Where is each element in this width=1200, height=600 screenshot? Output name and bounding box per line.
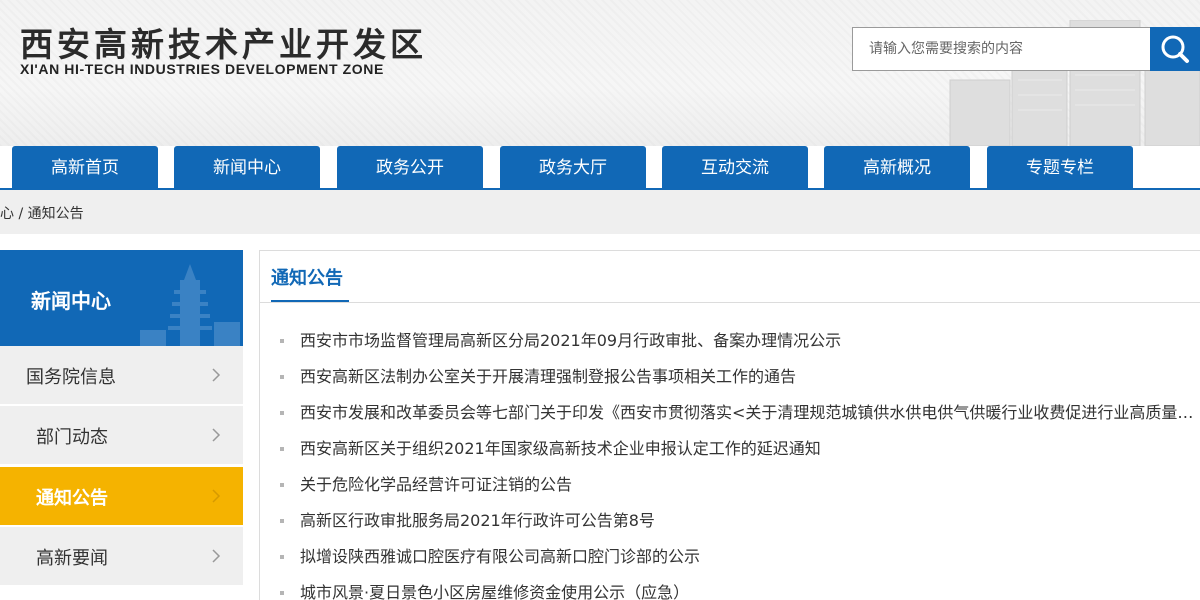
list-item[interactable]: 高新区行政审批服务局2021年行政许可公告第8号 (260, 503, 1200, 539)
page-title: 通知公告 (271, 268, 343, 289)
search-input[interactable] (852, 27, 1151, 71)
search-bar (852, 27, 1200, 71)
search-icon (1161, 35, 1189, 63)
bullet-icon (280, 375, 284, 379)
nav-item-special-topics[interactable]: 专题专栏 (987, 146, 1133, 190)
bullet-icon (280, 447, 284, 451)
chevron-right-icon (212, 428, 221, 442)
sidebar-item-label: 通知公告 (36, 488, 108, 509)
list-item-title[interactable]: 西安高新区关于组织2021年国家级高新技术企业申报认定工作的延迟通知 (300, 439, 821, 458)
sidebar-item-label: 国务院信息 (26, 367, 116, 388)
list-item[interactable]: 城市风景·夏日景色小区房屋维修资金使用公示（应急） (260, 575, 1200, 600)
search-button[interactable] (1150, 27, 1200, 71)
list-item-title[interactable]: 西安高新区法制办公室关于开展清理强制登报公告事项相关工作的通告 (300, 367, 796, 386)
sidebar-item-notices[interactable]: 通知公告 (0, 467, 243, 525)
bullet-icon (280, 411, 284, 415)
nav-item-news[interactable]: 新闻中心 (174, 146, 320, 190)
chevron-right-icon (212, 489, 221, 503)
sidebar-title: 新闻中心 (31, 289, 111, 313)
pagoda-icon (140, 264, 240, 346)
sidebar-item-state-council-info[interactable]: 国务院信息 (0, 346, 243, 404)
sidebar-item-label: 部门动态 (36, 427, 108, 448)
list-item-title[interactable]: 西安市市场监督管理局高新区分局2021年09月行政审批、备案办理情况公示 (300, 331, 841, 350)
sidebar-header: 新闻中心 (0, 250, 243, 346)
list-item[interactable]: 西安高新区法制办公室关于开展清理强制登报公告事项相关工作的通告 (260, 359, 1200, 395)
list-item[interactable]: 关于危险化学品经营许可证注销的公告 (260, 467, 1200, 503)
list-item-title[interactable]: 高新区行政审批服务局2021年行政许可公告第8号 (300, 511, 655, 530)
bullet-icon (280, 591, 284, 595)
bullet-icon (280, 555, 284, 559)
nav-item-home[interactable]: 高新首页 (12, 146, 158, 190)
chevron-right-icon (212, 368, 221, 382)
bullet-icon (280, 519, 284, 523)
breadcrumb-bar (0, 190, 1200, 234)
list-item-title[interactable]: 西安市发展和改革委员会等七部门关于印发《西安市贯彻落实<关于清理规范城镇供水供电… (300, 403, 1200, 422)
site-header: 西安高新技术产业开发区 XI'AN HI-TECH INDUSTRIES DEV… (0, 0, 1200, 146)
list-item[interactable]: 西安高新区关于组织2021年国家级高新技术企业申报认定工作的延迟通知 (260, 431, 1200, 467)
sidebar-item-label: 高新要闻 (36, 548, 108, 569)
chevron-right-icon (212, 549, 221, 563)
site-logo-english[interactable]: XI'AN HI-TECH INDUSTRIES DEVELOPMENT ZON… (20, 61, 384, 77)
sidebar-item-hitech-news[interactable]: 高新要闻 (0, 527, 243, 585)
main-nav: 高新首页 新闻中心 政务公开 政务大厅 互动交流 高新概况 专题专栏 (0, 146, 1200, 192)
notice-list: 西安市市场监督管理局高新区分局2021年09月行政审批、备案办理情况公示 西安高… (260, 323, 1200, 600)
list-item-title[interactable]: 城市风景·夏日景色小区房屋维修资金使用公示（应急） (300, 583, 689, 600)
nav-item-government-affairs[interactable]: 政务公开 (337, 146, 483, 190)
sidebar-item-department-news[interactable]: 部门动态 (0, 406, 243, 464)
list-item[interactable]: 西安市发展和改革委员会等七部门关于印发《西安市贯彻落实<关于清理规范城镇供水供电… (260, 395, 1200, 431)
list-item[interactable]: 拟增设陕西雅诚口腔医疗有限公司高新口腔门诊部的公示 (260, 539, 1200, 575)
list-item[interactable]: 西安市市场监督管理局高新区分局2021年09月行政审批、备案办理情况公示 (260, 323, 1200, 359)
list-item-title[interactable]: 关于危险化学品经营许可证注销的公告 (300, 475, 572, 494)
list-item-title[interactable]: 拟增设陕西雅诚口腔医疗有限公司高新口腔门诊部的公示 (300, 547, 700, 566)
nav-item-overview[interactable]: 高新概况 (824, 146, 970, 190)
divider (260, 302, 1200, 303)
bullet-icon (280, 339, 284, 343)
content-panel: 通知公告 西安市市场监督管理局高新区分局2021年09月行政审批、备案办理情况公… (259, 250, 1200, 600)
nav-item-service-hall[interactable]: 政务大厅 (500, 146, 646, 190)
bullet-icon (280, 483, 284, 487)
site-logo-chinese[interactable]: 西安高新技术产业开发区 (20, 18, 427, 66)
nav-item-interaction[interactable]: 互动交流 (662, 146, 808, 190)
breadcrumb[interactable]: 心 / 通知公告 (0, 203, 84, 223)
